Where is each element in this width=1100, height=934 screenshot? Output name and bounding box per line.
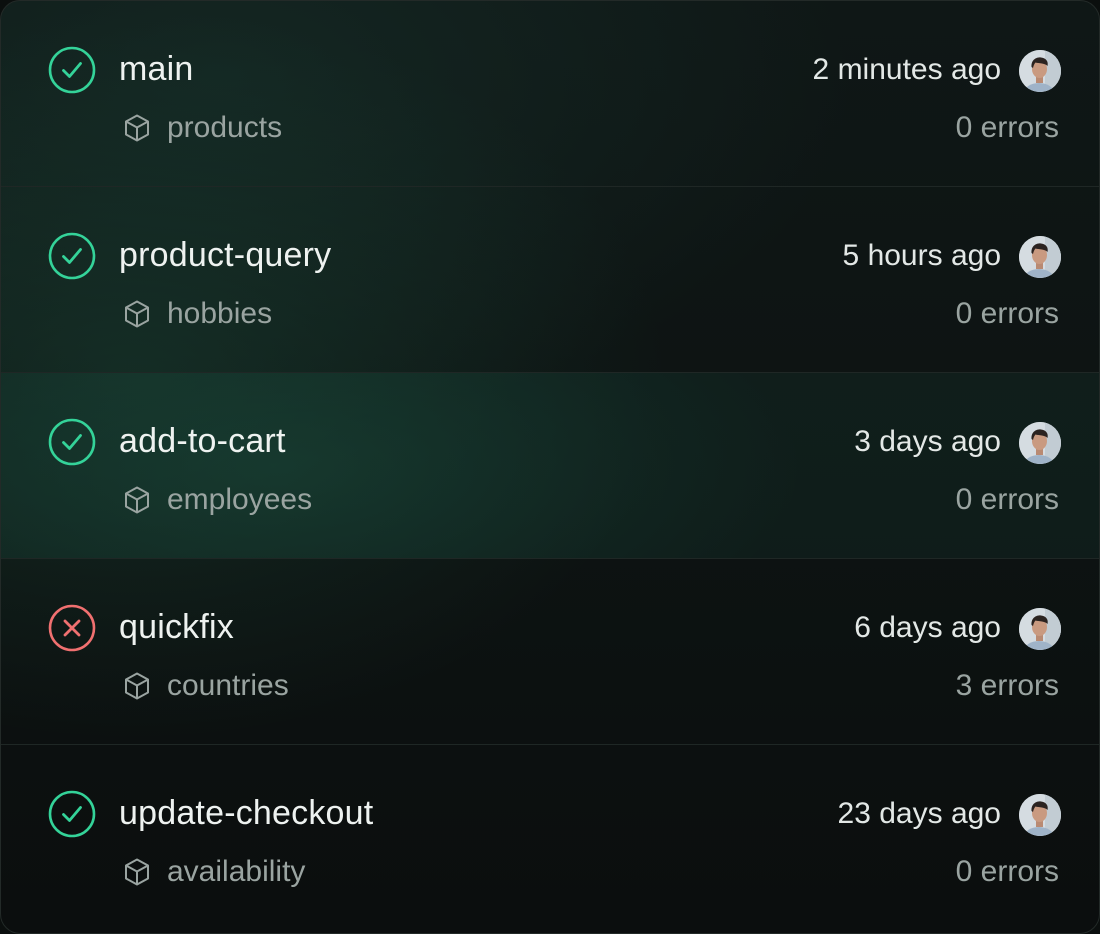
branch-name[interactable]: update-checkout bbox=[119, 793, 373, 833]
repo-name: employees bbox=[167, 483, 313, 516]
repo-name: hobbies bbox=[167, 297, 273, 330]
repo-name: countries bbox=[167, 669, 289, 702]
repo-name: products bbox=[167, 111, 283, 144]
error-count: 0 errors bbox=[955, 297, 1059, 330]
avatar[interactable] bbox=[1019, 794, 1061, 836]
timestamp: 6 days ago bbox=[854, 611, 1001, 644]
branch-name[interactable]: quickfix bbox=[119, 607, 234, 647]
check-circle-icon bbox=[48, 790, 96, 838]
list-item[interactable]: main products 2 minutes ago 0 errors bbox=[1, 1, 1099, 187]
list-item[interactable]: quickfix countries 6 days ago 3 errors bbox=[1, 559, 1099, 745]
cube-icon bbox=[122, 671, 152, 701]
timestamp: 5 hours ago bbox=[842, 239, 1001, 272]
cube-icon bbox=[122, 857, 152, 887]
cube-icon bbox=[122, 299, 152, 329]
branch-name[interactable]: add-to-cart bbox=[119, 421, 286, 461]
avatar[interactable] bbox=[1019, 236, 1061, 278]
cube-icon bbox=[122, 113, 152, 143]
list-item[interactable]: product-query hobbies 5 hours ago 0 erro… bbox=[1, 187, 1099, 373]
timestamp: 23 days ago bbox=[837, 797, 1001, 830]
timestamp: 2 minutes ago bbox=[812, 53, 1001, 86]
list-item[interactable]: update-checkout availability 23 days ago… bbox=[1, 745, 1099, 932]
cube-icon bbox=[122, 485, 152, 515]
check-circle-icon bbox=[48, 46, 96, 94]
avatar[interactable] bbox=[1019, 50, 1061, 92]
avatar[interactable] bbox=[1019, 422, 1061, 464]
branch-name[interactable]: main bbox=[119, 49, 194, 89]
check-circle-icon bbox=[48, 232, 96, 280]
timestamp: 3 days ago bbox=[854, 425, 1001, 458]
branch-name[interactable]: product-query bbox=[119, 235, 331, 275]
list-item[interactable]: add-to-cart employees 3 days ago 0 error… bbox=[1, 373, 1099, 559]
deployments-panel: main products 2 minutes ago 0 errors pro… bbox=[0, 0, 1100, 934]
error-count: 0 errors bbox=[955, 111, 1059, 144]
error-count: 0 errors bbox=[955, 483, 1059, 516]
repo-name: availability bbox=[167, 855, 306, 888]
error-count: 3 errors bbox=[955, 669, 1059, 702]
error-count: 0 errors bbox=[955, 855, 1059, 888]
check-circle-icon bbox=[48, 418, 96, 466]
avatar[interactable] bbox=[1019, 608, 1061, 650]
x-circle-icon bbox=[48, 604, 96, 652]
